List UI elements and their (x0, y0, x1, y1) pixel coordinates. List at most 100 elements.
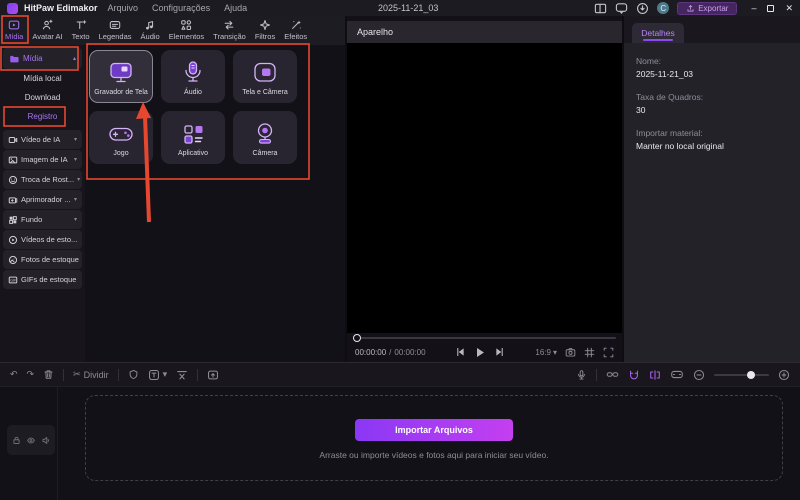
card-camera[interactable]: Câmera (233, 111, 297, 164)
export-button[interactable]: Exportar (677, 2, 737, 15)
link-tracks-button[interactable] (606, 369, 619, 380)
maximize-button[interactable] (767, 5, 774, 12)
export-icon (686, 4, 695, 13)
microphone-icon (178, 58, 208, 88)
tab-midia[interactable]: Mídia (2, 17, 26, 43)
card-aplicativo[interactable]: Aplicativo (161, 111, 225, 164)
sidebar-item-fundo[interactable]: Fundo ▾ (3, 210, 82, 229)
close-button[interactable]: ✕ (785, 3, 793, 14)
gif-icon: GIF (8, 275, 18, 285)
card-jogo[interactable]: Jogo (89, 111, 153, 164)
snapshot-button[interactable] (565, 347, 576, 358)
import-drop-zone[interactable]: Importar Arquivos Arraste ou importe víd… (85, 395, 783, 481)
track-header (7, 425, 55, 455)
gamepad-icon (106, 119, 136, 149)
elements-icon (180, 19, 192, 31)
remove-subtitles-button[interactable] (176, 369, 188, 381)
sidebar-item-troca-rosto[interactable]: Troca de Rost... ▾ (3, 170, 82, 189)
zoom-slider-handle[interactable] (747, 371, 755, 379)
split-button[interactable]: ✂ Dividir (73, 369, 109, 380)
track-visibility-button[interactable] (26, 436, 36, 445)
tab-audio[interactable]: Áudio (138, 17, 163, 43)
tab-efeitos[interactable]: Efeitos (281, 17, 310, 43)
card-tela-e-camera[interactable]: Tela e Câmera (233, 50, 297, 103)
sidebar-item-videos-estoque[interactable]: Vídeos de esto... (3, 230, 82, 249)
tab-transicao[interactable]: Transição (210, 17, 249, 43)
minimize-button[interactable]: – (751, 3, 756, 13)
crop-button[interactable] (584, 347, 595, 358)
app-window: HitPaw Edimakor Arquivo Configurações Aj… (0, 0, 800, 500)
download-icon[interactable] (636, 2, 649, 15)
card-audio[interactable]: Áudio (161, 50, 225, 103)
sidebar-item-video-ia[interactable]: Vídeo de IA ▾ (3, 130, 82, 149)
import-files-button[interactable]: Importar Arquivos (355, 419, 513, 441)
media-sidebar: Mídia ▴ Mídia local Download Registro Ví… (0, 45, 85, 362)
auto-ripple-toggle[interactable] (649, 369, 661, 381)
tab-legendas[interactable]: Legendas (96, 17, 135, 43)
tab-texto[interactable]: Texto (69, 17, 93, 43)
preview-panel: Aparelho 00:00:00 / 00:00:00 (345, 16, 622, 362)
tab-elementos[interactable]: Elementos (166, 17, 207, 43)
sidebar-item-midia-local[interactable]: Mídia local (3, 69, 82, 88)
redo-button[interactable]: ↷ (27, 369, 35, 380)
zoom-out-button[interactable] (693, 369, 705, 381)
detail-field-value: 30 (636, 104, 788, 117)
tab-avatar-ai[interactable]: Avatar AI (29, 17, 65, 43)
undo-button[interactable]: ↶ (10, 369, 18, 380)
track-header-divider (57, 387, 58, 500)
seek-bar[interactable] (347, 333, 622, 342)
magnet-snap-toggle[interactable] (628, 369, 640, 381)
aspect-ratio-dropdown[interactable]: 16:9 ▾ (535, 348, 557, 357)
sidebar-item-registro[interactable]: Registro (3, 107, 82, 126)
timeline-toolbar: ↶ ↷ ✂ Dividir ▾ (0, 363, 800, 386)
menu-arquivo[interactable]: Arquivo (104, 3, 143, 13)
preview-header-title: Aparelho (357, 27, 393, 37)
detail-field-value: Manter no local original (636, 140, 788, 153)
text-tool-button[interactable]: ▾ (148, 369, 168, 381)
sidebar-item-gifs-estoque[interactable]: GIF GIFs de estoque (3, 270, 82, 289)
timeline-section: ↶ ↷ ✂ Dividir ▾ (0, 362, 800, 500)
prev-frame-button[interactable] (456, 347, 465, 357)
svg-text:GIF: GIF (10, 278, 17, 282)
card-gravador-de-tela[interactable]: Gravador de Tela (89, 50, 153, 103)
image-icon (8, 155, 18, 165)
fullscreen-button[interactable] (603, 347, 614, 358)
import-hint-text: Arraste ou importe vídeos e fotos aqui p… (319, 450, 548, 460)
toolbar-divider (118, 369, 119, 381)
play-button[interactable] (475, 347, 485, 358)
next-frame-button[interactable] (495, 347, 504, 357)
play-circle-icon (8, 235, 18, 245)
seek-handle[interactable] (353, 334, 361, 342)
toolbar-divider (596, 369, 597, 381)
menu-ajuda[interactable]: Ajuda (220, 3, 251, 13)
detail-field-label: Taxa de Quadros: (636, 91, 788, 104)
delete-button[interactable] (43, 369, 54, 380)
detail-field-value: 2025-11-21_03 (636, 68, 788, 81)
user-avatar[interactable]: C (657, 2, 669, 14)
tab-detalhes[interactable]: Detalhes (632, 23, 684, 43)
track-height-button[interactable] (670, 369, 684, 380)
track-mute-button[interactable] (41, 436, 51, 445)
zoom-in-button[interactable] (778, 369, 790, 381)
screen-recorder-icon (106, 58, 136, 88)
feedback-icon[interactable] (615, 2, 628, 15)
document-title: 2025-11-21_03 (378, 3, 438, 13)
marker-button[interactable] (128, 369, 139, 380)
transition-icon (223, 19, 235, 31)
sidebar-item-fotos-estoque[interactable]: Fotos de estoque (3, 250, 82, 269)
sidebar-item-download[interactable]: Download (3, 88, 82, 107)
sidebar-item-aprimorador[interactable]: Aprimorador ... ▾ (3, 190, 82, 209)
freeze-frame-button[interactable] (207, 369, 219, 381)
timeline-zoom-slider[interactable] (714, 374, 769, 376)
voiceover-mic-button[interactable] (576, 369, 587, 381)
menu-configuracoes[interactable]: Configurações (148, 3, 214, 13)
sidebar-group-midia[interactable]: Mídia ▴ (3, 48, 82, 69)
tab-filtros[interactable]: Filtros (252, 17, 278, 43)
time-display: 00:00:00 / 00:00:00 (355, 348, 426, 357)
sidebar-item-imagem-ia[interactable]: Imagem de IA ▾ (3, 150, 82, 169)
video-icon (8, 135, 18, 145)
track-lock-button[interactable] (12, 436, 21, 445)
text-icon (75, 19, 87, 31)
avatar-ai-icon (41, 19, 53, 31)
layout-icon[interactable] (594, 2, 607, 15)
